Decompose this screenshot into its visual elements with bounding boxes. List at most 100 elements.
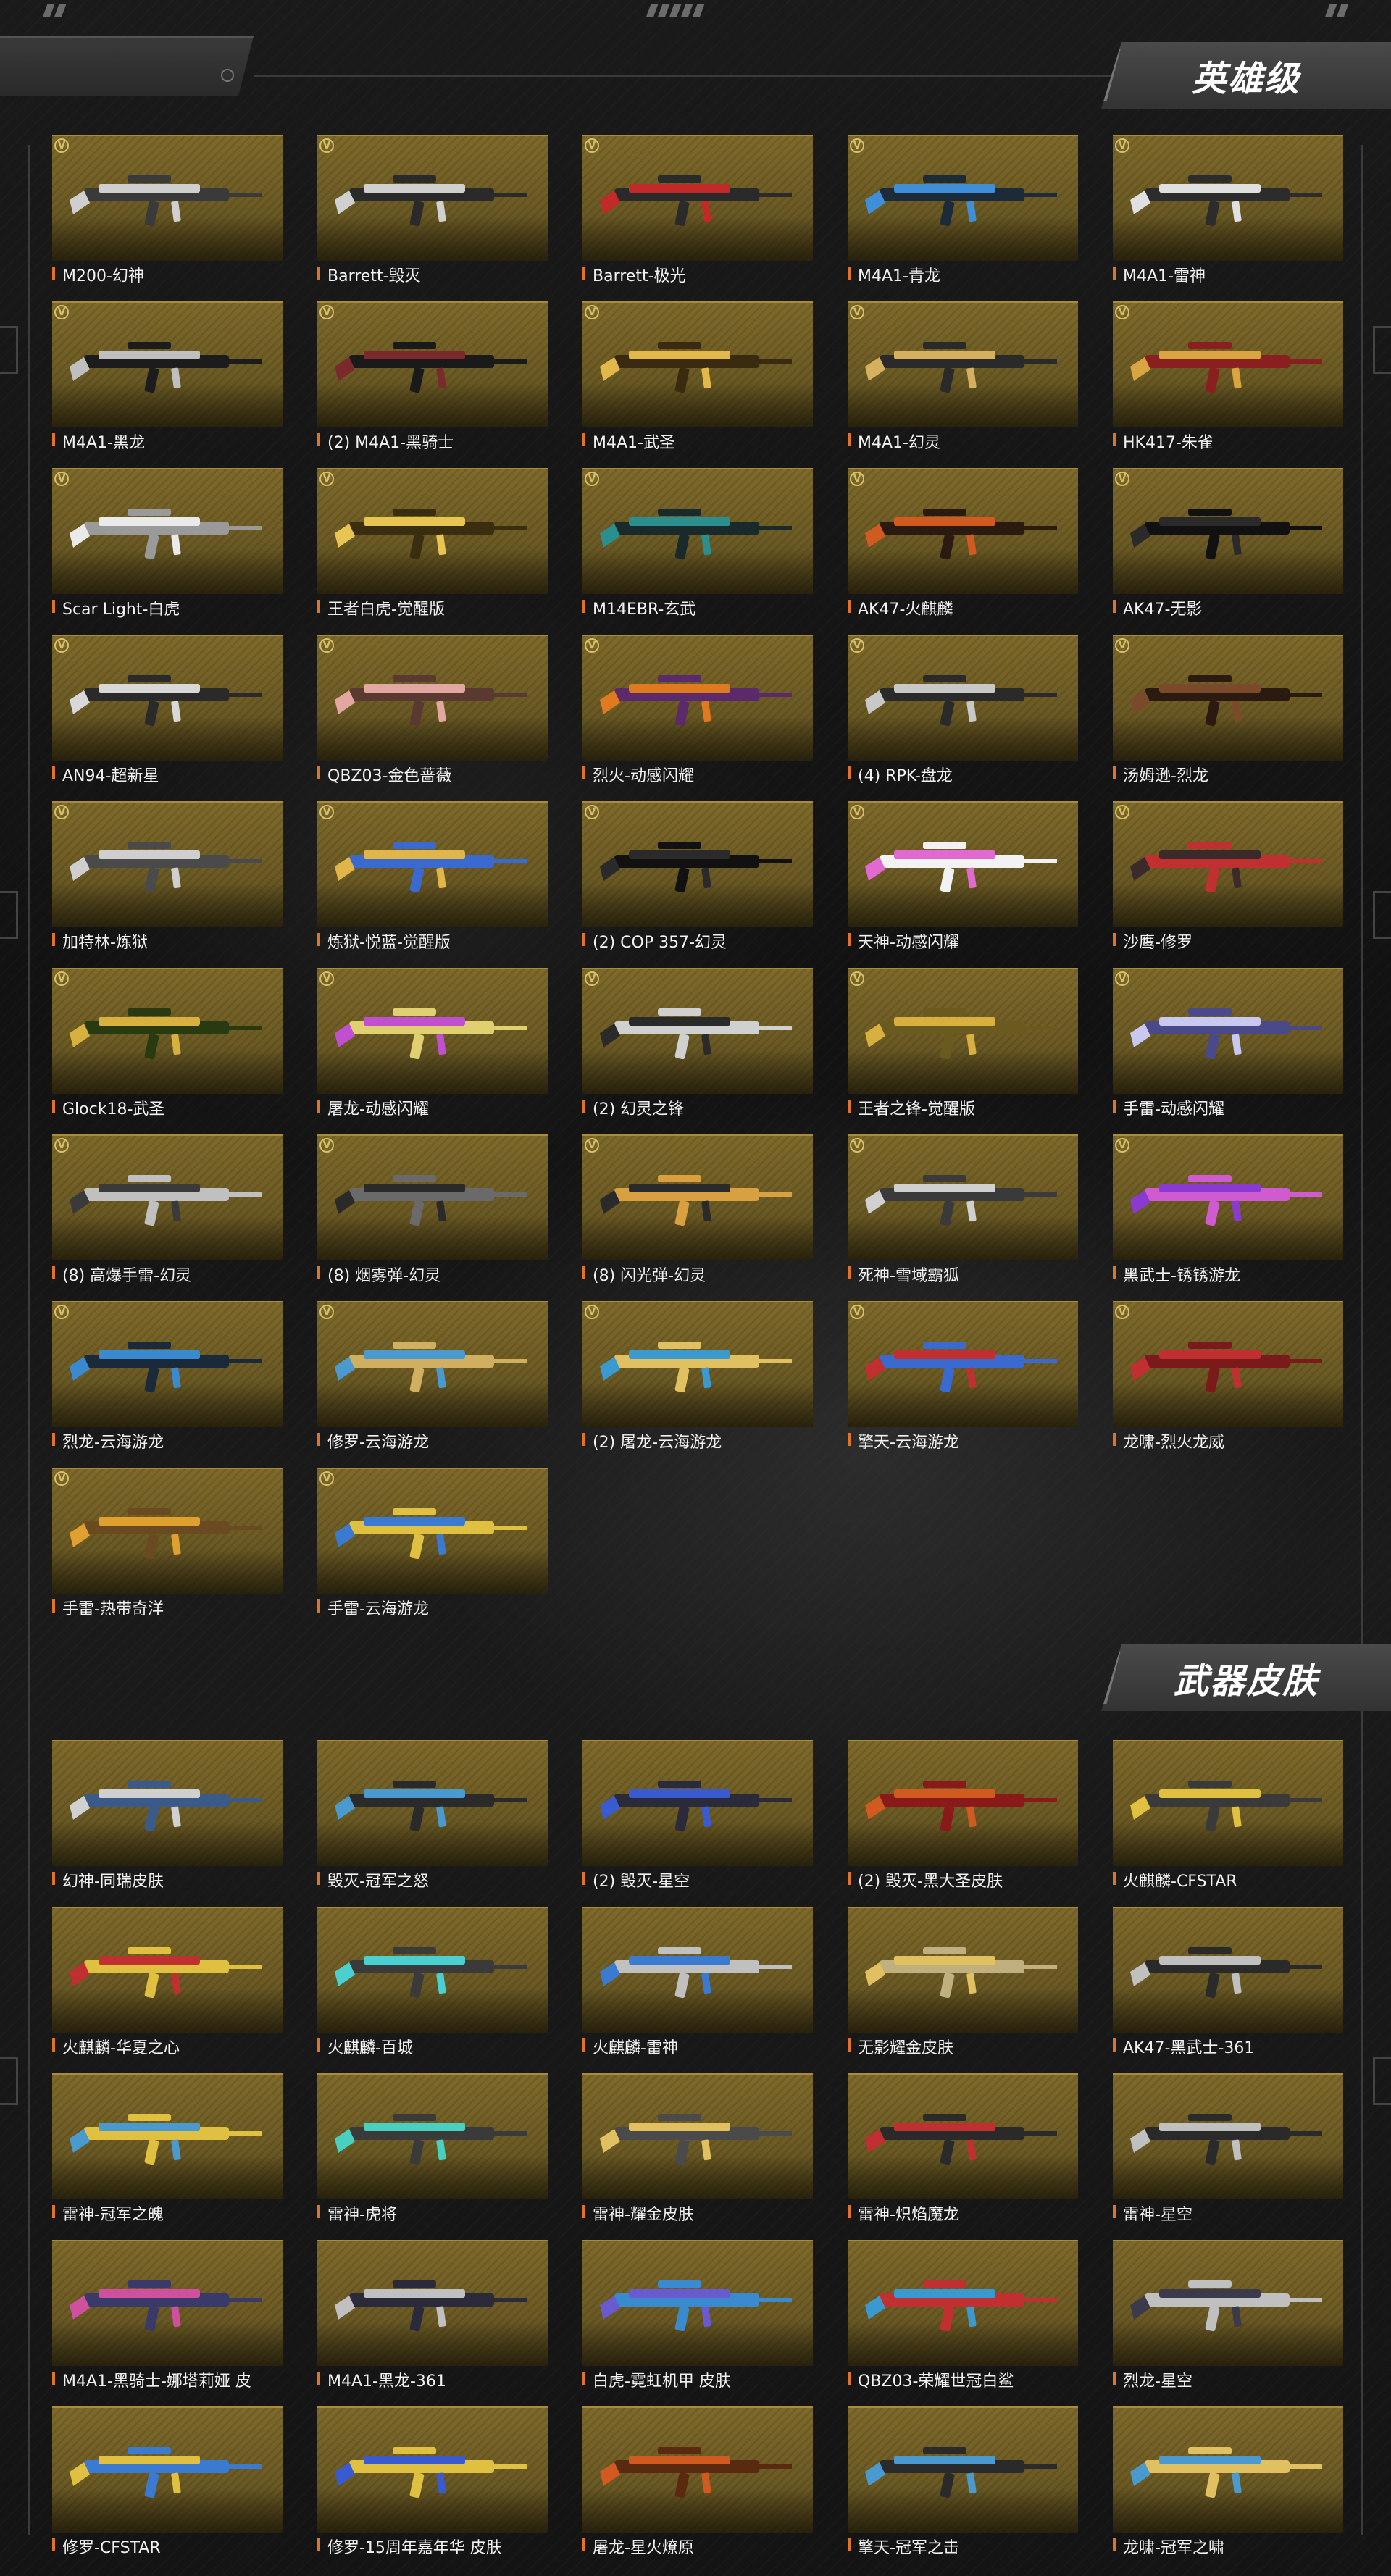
weapon-card[interactable]: (2) 毁灭-黑大圣皮肤 [848, 1740, 1078, 1891]
weapon-thumbnail: V [317, 1301, 548, 1427]
weapon-card[interactable]: V M4A1-幻灵 [848, 301, 1078, 452]
weapon-name: 火麒麟-CFSTAR [1123, 1873, 1237, 1891]
weapon-card[interactable]: V 擎天-云海游龙 [848, 1301, 1078, 1452]
weapon-card[interactable]: V 手雷-热带奇洋 [52, 1468, 283, 1618]
weapon-image [865, 2447, 1057, 2498]
weapon-name: 修罗-15周年嘉年华 皮肤 [327, 2539, 502, 2557]
weapon-name: HK417-朱雀 [1123, 434, 1214, 452]
weapon-thumbnail: V [317, 1134, 548, 1260]
weapon-card[interactable]: V (4) RPK-盘龙 [848, 635, 1078, 785]
weapon-card[interactable]: V AK47-火麒麟 [848, 468, 1078, 619]
weapon-card[interactable]: V Scar Light-白虎 [52, 468, 283, 619]
weapon-card[interactable]: 火麒麟-华夏之心 [52, 1907, 283, 2057]
weapon-card[interactable]: V 手雷-动感闪耀 [1113, 968, 1343, 1118]
weapon-card[interactable]: V M4A1-雷神 [1113, 135, 1343, 285]
weapon-card[interactable]: 雷神-星空 [1113, 2073, 1343, 2224]
weapon-card[interactable]: V 加特林-炼狱 [52, 801, 283, 952]
weapon-card[interactable]: 龙啸-冠军之啸 [1113, 2406, 1343, 2557]
weapon-card[interactable]: V M200-幻神 [52, 135, 283, 285]
weapon-card[interactable]: 白虎-霓虹机甲 皮肤 [582, 2240, 813, 2391]
weapon-card[interactable]: V 王者之锋-觉醒版 [848, 968, 1078, 1118]
weapon-name: (8) 闪光弹-幻灵 [593, 1267, 706, 1285]
weapon-card[interactable]: 火麒麟-CFSTAR [1113, 1740, 1343, 1891]
weapon-card[interactable]: V QBZ03-金色蔷薇 [317, 635, 548, 785]
weapon-card[interactable]: V M4A1-武圣 [582, 301, 813, 452]
weapon-thumbnail: V [848, 135, 1078, 261]
weapon-card[interactable]: V HK417-朱雀 [1113, 301, 1343, 452]
weapon-card[interactable]: 毁灭-冠军之怒 [317, 1740, 548, 1891]
weapon-card[interactable]: V 汤姆逊-烈龙 [1113, 635, 1343, 785]
weapon-thumbnail [317, 1740, 548, 1866]
weapon-thumbnail: V [582, 801, 813, 927]
rank-v-icon: V [54, 804, 70, 820]
label-accent [582, 766, 585, 779]
weapon-card[interactable]: V (2) 幻灵之锋 [582, 968, 813, 1118]
weapon-image [1130, 342, 1322, 393]
label-accent [317, 433, 320, 446]
weapon-card[interactable]: M4A1-黑骑士-娜塔莉娅 皮 [52, 2240, 283, 2391]
weapon-card[interactable]: 雷神-冠军之魄 [52, 2073, 283, 2224]
weapon-card[interactable]: V (8) 烟雾弹-幻灵 [317, 1134, 548, 1285]
weapon-image [1130, 842, 1322, 893]
weapon-card[interactable]: V (8) 高爆手雷-幻灵 [52, 1134, 283, 1285]
weapon-card[interactable]: V 沙鹰-修罗 [1113, 801, 1343, 952]
weapon-card[interactable]: V 死神-雪域霸狐 [848, 1134, 1078, 1285]
label-accent [582, 433, 585, 446]
weapon-card[interactable]: V (2) 屠龙-云海游龙 [582, 1301, 813, 1452]
weapon-card[interactable]: V 烈火-动感闪耀 [582, 635, 813, 785]
weapon-card[interactable]: V 龙啸-烈火龙威 [1113, 1301, 1343, 1452]
weapon-card[interactable]: 屠龙-星火燎原 [582, 2406, 813, 2557]
weapon-card[interactable]: 火麒麟-百城 [317, 1907, 548, 2057]
weapon-card[interactable]: V 屠龙-动感闪耀 [317, 968, 548, 1118]
weapon-card[interactable]: AK47-黑武士-361 [1113, 1907, 1343, 2057]
weapon-card[interactable]: QBZ03-荣耀世冠白鲨 [848, 2240, 1078, 2391]
weapon-card[interactable]: V 烈龙-云海游龙 [52, 1301, 283, 1452]
weapon-card[interactable]: V (8) 闪光弹-幻灵 [582, 1134, 813, 1285]
label-accent [582, 2538, 585, 2551]
top-left-deco [42, 4, 67, 19]
weapon-card[interactable]: V 手雷-云海游龙 [317, 1468, 548, 1618]
weapon-card[interactable]: V (2) COP 357-幻灵 [582, 801, 813, 952]
weapon-card[interactable]: V Barrett-极光 [582, 135, 813, 285]
weapon-card[interactable]: 擎天-冠军之击 [848, 2406, 1078, 2557]
weapon-card[interactable]: 雷神-耀金皮肤 [582, 2073, 813, 2224]
weapon-card[interactable]: V Glock18-武圣 [52, 968, 283, 1118]
label-accent [1113, 1872, 1116, 1885]
weapon-card[interactable]: V AK47-无影 [1113, 468, 1343, 619]
weapon-thumbnail: V [317, 301, 548, 427]
rank-v-icon: V [1114, 471, 1130, 487]
weapon-card[interactable]: V AN94-超新星 [52, 635, 283, 785]
weapon-card[interactable]: 修罗-CFSTAR [52, 2406, 283, 2557]
weapon-card[interactable]: V M4A1-青龙 [848, 135, 1078, 285]
weapon-thumbnail: V [1113, 1301, 1343, 1427]
weapon-card[interactable]: V 修罗-云海游龙 [317, 1301, 548, 1452]
weapon-card[interactable]: V M14EBR-玄武 [582, 468, 813, 619]
rank-v-icon: V [54, 304, 70, 320]
weapon-card[interactable]: (2) 毁灭-星空 [582, 1740, 813, 1891]
weapon-name: 毁灭-冠军之怒 [327, 1873, 429, 1891]
weapon-card[interactable]: M4A1-黑龙-361 [317, 2240, 548, 2391]
weapon-card[interactable]: V Barrett-毁灭 [317, 135, 548, 285]
label-accent [848, 2538, 851, 2551]
weapon-card[interactable]: V 王者白虎-觉醒版 [317, 468, 548, 619]
label-accent [848, 1433, 851, 1446]
weapon-card[interactable]: 修罗-15周年嘉年华 皮肤 [317, 2406, 548, 2557]
weapon-card[interactable]: 无影耀金皮肤 [848, 1907, 1078, 2057]
weapon-card[interactable]: 雷神-炽焰魔龙 [848, 2073, 1078, 2224]
weapon-card[interactable]: V M4A1-黑龙 [52, 301, 283, 452]
label-accent [582, 1266, 585, 1279]
weapon-image [70, 675, 262, 727]
weapon-thumbnail: V [1113, 635, 1343, 761]
weapon-thumbnail [582, 2240, 813, 2366]
weapon-card[interactable]: 火麒麟-雷神 [582, 1907, 813, 2057]
weapon-card[interactable]: V (2) M4A1-黑骑士 [317, 301, 548, 452]
weapon-image [865, 509, 1057, 560]
weapon-card[interactable]: V 炼狱-悦蓝-觉醒版 [317, 801, 548, 952]
section-title: 英雄级 [1191, 59, 1300, 99]
weapon-card[interactable]: 幻神-同瑞皮肤 [52, 1740, 283, 1891]
weapon-card[interactable]: 雷神-虎将 [317, 2073, 548, 2224]
weapon-card[interactable]: V 天神-动感闪耀 [848, 801, 1078, 952]
weapon-name: M4A1-黑龙-361 [327, 2372, 446, 2391]
weapon-card[interactable]: V 黑武士-锈锈游龙 [1113, 1134, 1343, 1285]
weapon-card[interactable]: 烈龙-星空 [1113, 2240, 1343, 2391]
